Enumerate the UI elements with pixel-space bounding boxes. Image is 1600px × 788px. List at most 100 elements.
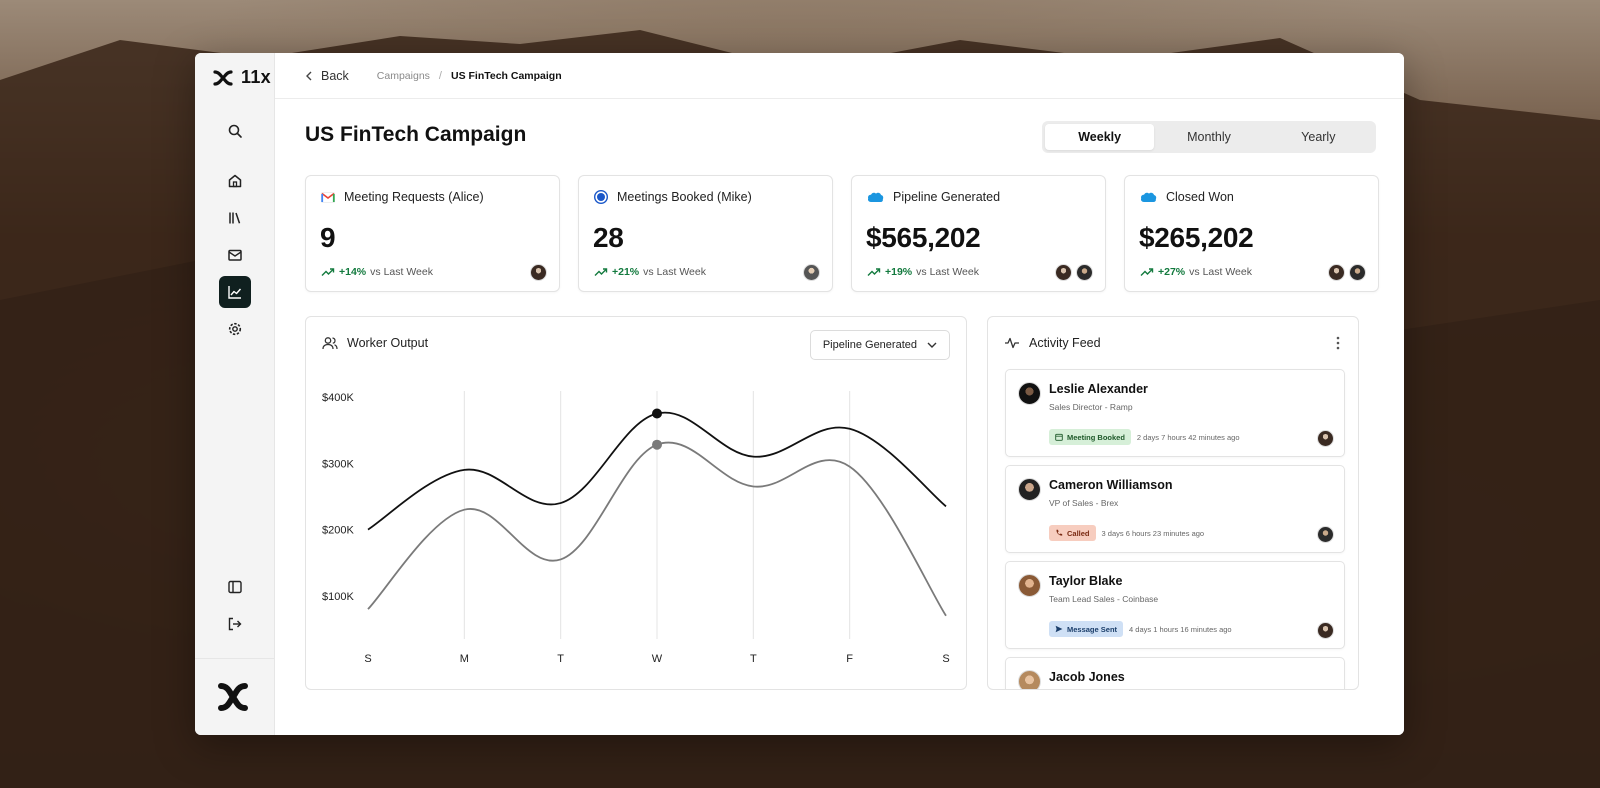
kpi-header: Meeting Requests (Alice) (321, 190, 484, 204)
search-icon (228, 124, 242, 138)
trend-up-icon (321, 268, 335, 276)
activity-item[interactable]: Taylor Blake Team Lead Sales - Coinbase … (1005, 561, 1345, 649)
trend-up-icon (1140, 268, 1154, 276)
sidebar-home[interactable] (219, 165, 251, 197)
avatar[interactable] (1317, 622, 1334, 639)
users-icon (322, 337, 338, 350)
kpi-avatars (1055, 264, 1093, 281)
avatar[interactable] (1076, 264, 1093, 281)
chevron-left-icon (306, 71, 312, 80)
kpi-trend: +19% vs Last Week (867, 266, 979, 278)
avatar[interactable] (1317, 526, 1334, 543)
tab-yearly[interactable]: Yearly (1264, 124, 1373, 150)
period-selector: Weekly Monthly Yearly (1042, 121, 1376, 153)
data-point[interactable] (652, 408, 662, 419)
salesforce-icon (867, 192, 884, 203)
sidebar: 11x (195, 53, 275, 735)
y-tick-label: $100K (322, 591, 354, 603)
contact-name: Leslie Alexander (1049, 382, 1148, 396)
sidebar-toggle[interactable] (219, 571, 251, 603)
kpi-value: 9 (320, 222, 336, 253)
trend-up-icon (867, 268, 881, 276)
sidebar-logout[interactable] (219, 608, 251, 640)
contact-name: Cameron Williamson (1049, 478, 1173, 492)
avatar[interactable] (803, 264, 820, 281)
brand[interactable]: 11x (213, 67, 271, 88)
more-options-button[interactable] (1336, 336, 1340, 355)
activity-feed-header: Activity Feed (1004, 336, 1101, 350)
activity-feed-list: Leslie Alexander Sales Director - Ramp M… (1005, 369, 1345, 689)
activity-time: 2 days 7 hours 42 minutes ago (1136, 432, 1240, 442)
activity-icon (1005, 337, 1019, 349)
tab-monthly[interactable]: Monthly (1154, 124, 1263, 150)
tab-weekly[interactable]: Weekly (1045, 124, 1155, 150)
contact-name: Jacob Jones (1049, 670, 1125, 684)
avatar[interactable] (1055, 264, 1072, 281)
kpi-change-suffix: vs Last Week (1189, 266, 1252, 278)
activity-item[interactable]: Jacob Jones (1005, 657, 1345, 689)
sidebar-settings[interactable] (219, 313, 251, 345)
salesforce-icon (1140, 192, 1157, 203)
activity-item[interactable]: Leslie Alexander Sales Director - Ramp M… (1005, 369, 1345, 457)
kpi-change-suffix: vs Last Week (370, 266, 433, 278)
kpi-title: Meetings Booked (Mike) (617, 190, 752, 204)
brand-logo-icon (213, 69, 233, 86)
kpi-title: Meeting Requests (Alice) (344, 190, 484, 204)
worker-output-chart: $100K $200K $300K $400K S M T W T F S (322, 391, 950, 665)
logout-icon (228, 617, 242, 631)
kpi-change: +19% (885, 266, 913, 278)
gear-icon (228, 322, 242, 336)
back-button[interactable]: Back (305, 69, 349, 83)
sidebar-bottom-logo (217, 682, 249, 717)
metric-dropdown-value: Pipeline Generated (822, 339, 917, 351)
kpi-card-meeting-requests[interactable]: Meeting Requests (Alice) 9 +14% vs Last … (305, 175, 560, 292)
gmail-icon (321, 191, 335, 203)
activity-feed-title: Activity Feed (1029, 336, 1101, 350)
app-window: 11x Back Campaigns / US FinTech Campaign… (195, 53, 1404, 735)
avatar[interactable] (1328, 264, 1345, 281)
avatar (1018, 670, 1041, 689)
status-badge-label: Meeting Booked (1067, 432, 1125, 442)
kpi-header: Meetings Booked (Mike) (594, 190, 752, 204)
avatar (1018, 574, 1041, 597)
y-tick-label: $300K (322, 458, 354, 470)
kpi-value: 28 (593, 222, 624, 253)
kpi-avatars (530, 264, 547, 281)
sidebar-library[interactable] (219, 202, 251, 234)
breadcrumb-campaigns[interactable]: Campaigns (377, 70, 430, 82)
kpi-cards: Meeting Requests (Alice) 9 +14% vs Last … (305, 175, 1379, 292)
x-tick-label: T (557, 653, 564, 665)
kpi-header: Closed Won (1140, 190, 1234, 204)
status-badge: Called (1049, 525, 1096, 541)
kpi-card-meetings-booked[interactable]: Meetings Booked (Mike) 28 +21% vs Last W… (578, 175, 833, 292)
breadcrumb: Campaigns / US FinTech Campaign (377, 70, 562, 82)
kpi-title: Pipeline Generated (893, 190, 1001, 204)
kpi-card-closed-won[interactable]: Closed Won $265,202 +27% vs Last Week (1124, 175, 1379, 292)
panel-left-icon (228, 580, 242, 594)
page-title: US FinTech Campaign (305, 123, 527, 146)
mail-icon (228, 249, 242, 261)
kebab-menu-icon (1336, 336, 1340, 350)
sidebar-search[interactable] (219, 115, 251, 147)
y-tick-label: $200K (322, 525, 354, 537)
main-content: Back Campaigns / US FinTech Campaign US … (275, 53, 1404, 735)
kpi-value: $565,202 (866, 222, 981, 253)
sidebar-analytics[interactable] (219, 276, 251, 308)
trend-up-icon (594, 268, 608, 276)
kpi-card-pipeline-generated[interactable]: Pipeline Generated $565,202 +19% vs Last… (851, 175, 1106, 292)
x-tick-label: S (942, 653, 949, 665)
metric-dropdown[interactable]: Pipeline Generated (809, 330, 950, 360)
activity-item[interactable]: Cameron Williamson VP of Sales - Brex Ca… (1005, 465, 1345, 553)
data-point[interactable] (652, 439, 662, 450)
avatar[interactable] (1349, 264, 1366, 281)
brand-mark-icon (218, 683, 248, 711)
sidebar-inbox[interactable] (219, 239, 251, 271)
sidebar-divider (195, 658, 274, 659)
avatar[interactable] (530, 264, 547, 281)
status-badge-label: Called (1067, 528, 1090, 538)
avatar[interactable] (1317, 430, 1334, 447)
kpi-change-suffix: vs Last Week (643, 266, 706, 278)
blue-circle-icon (594, 190, 608, 204)
worker-output-title: Worker Output (347, 336, 429, 350)
activity-time: 4 days 1 hours 16 minutes ago (1129, 624, 1232, 634)
